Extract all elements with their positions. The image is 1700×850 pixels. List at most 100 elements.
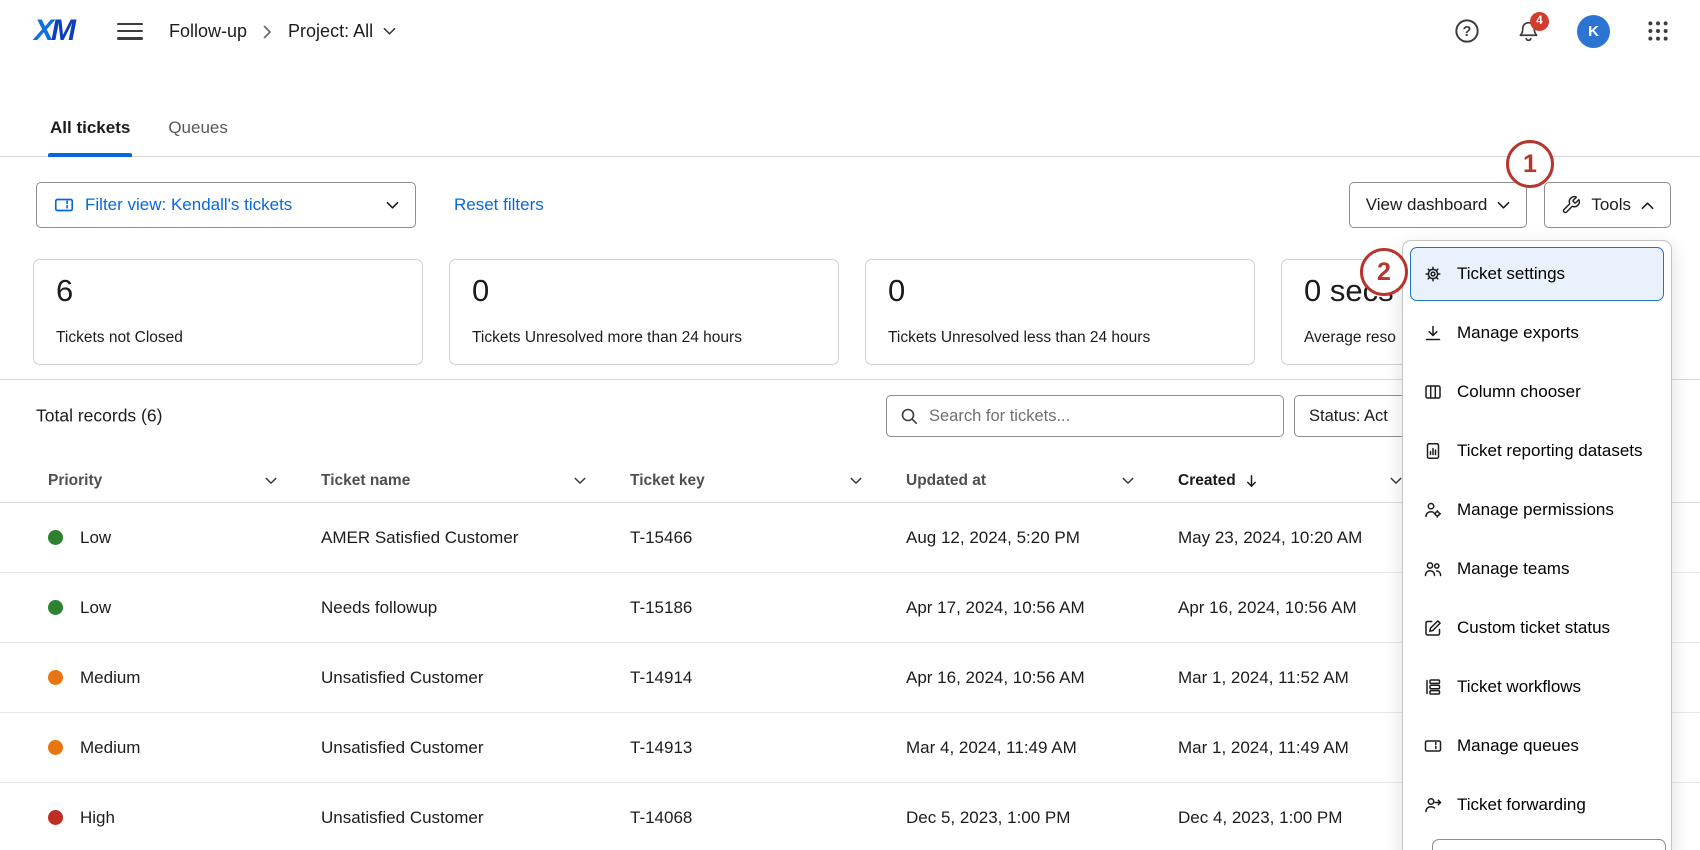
chevron-down-icon (386, 201, 399, 210)
priority-label: Low (80, 528, 111, 548)
priority-cell: Medium (48, 668, 321, 688)
updated-at-cell: Dec 5, 2023, 1:00 PM (906, 808, 1178, 828)
chevron-down-icon[interactable] (574, 477, 586, 485)
column-header-priority[interactable]: Priority (48, 472, 321, 490)
stat-value: 6 (56, 273, 400, 309)
help-icon: ? (1454, 18, 1480, 44)
stat-label: Tickets Unresolved less than 24 hours (888, 329, 1232, 347)
ticket-key-cell: T-15186 (630, 598, 906, 618)
menu-item-ticket-workflows[interactable]: Ticket workflows (1410, 660, 1664, 714)
person-forward-icon (1423, 795, 1443, 815)
menu-item-label: Custom ticket status (1457, 618, 1610, 638)
person-gear-icon (1423, 500, 1443, 520)
menu-item-label: Manage teams (1457, 559, 1569, 579)
total-records-label: Total records (6) (36, 406, 162, 427)
ticket-name-cell: Needs followup (321, 598, 630, 618)
apps-grid-icon[interactable] (1646, 19, 1670, 43)
chevron-down-icon (1497, 201, 1510, 210)
updated-at-cell: Apr 17, 2024, 10:56 AM (906, 598, 1178, 618)
priority-dot (48, 600, 63, 615)
status-filter-label: Status: Act (1309, 407, 1388, 426)
menu-item-manage-permissions[interactable]: Manage permissions (1410, 483, 1664, 537)
gear-icon (1423, 264, 1443, 284)
menu-item-label: Column chooser (1457, 382, 1581, 402)
stat-value: 0 (472, 273, 816, 309)
download-icon (1423, 323, 1443, 343)
wrench-icon (1561, 195, 1581, 215)
chevron-down-icon[interactable] (850, 477, 862, 485)
report-chart-icon (1423, 441, 1443, 461)
chevron-up-icon (1641, 201, 1654, 210)
priority-label: Medium (80, 668, 140, 688)
avatar[interactable]: K (1577, 15, 1610, 48)
app-root: X M Follow-up Project: All ? 4 K A (0, 0, 1700, 850)
column-label: Ticket key (630, 472, 705, 490)
menu-item-label: Ticket forwarding (1457, 795, 1586, 815)
menu-item-ticket-forwarding[interactable]: Ticket forwarding (1410, 778, 1664, 832)
stat-label: Tickets Unresolved more than 24 hours (472, 329, 816, 347)
xm-logo-m: M (51, 14, 75, 48)
menu-item-ticket-reporting-datasets[interactable]: Ticket reporting datasets (1410, 424, 1664, 478)
ticket-name-cell: AMER Satisfied Customer (321, 528, 630, 548)
column-header-ticket-key[interactable]: Ticket key (630, 472, 906, 490)
tools-label: Tools (1591, 195, 1631, 215)
menu-item-manage-exports[interactable]: Manage exports (1410, 306, 1664, 360)
column-header-ticket-name[interactable]: Ticket name (321, 472, 630, 490)
ticket-key-cell: T-14913 (630, 738, 906, 758)
hamburger-menu-icon[interactable] (117, 21, 143, 42)
menu-item-label: Manage queues (1457, 736, 1579, 756)
menu-item-label: Manage permissions (1457, 500, 1614, 520)
view-dashboard-label: View dashboard (1366, 195, 1488, 215)
sort-descending-icon (1245, 473, 1258, 489)
notifications-button[interactable]: 4 (1516, 19, 1541, 44)
filter-row: Filter view: Kendall's tickets Reset fil… (36, 182, 1671, 228)
ticket-key-cell: T-15466 (630, 528, 906, 548)
project-selector[interactable]: Project: All (288, 21, 396, 42)
ticket-icon (1423, 736, 1443, 756)
priority-dot (48, 670, 63, 685)
column-label: Created (1178, 472, 1236, 490)
column-label: Ticket name (321, 472, 410, 490)
menu-item-ticket-settings[interactable]: Ticket settings (1410, 247, 1664, 301)
view-dashboard-button[interactable]: View dashboard (1349, 182, 1528, 228)
menu-item-column-chooser[interactable]: Column chooser (1410, 365, 1664, 419)
help-button[interactable]: ? (1454, 18, 1480, 44)
chevron-down-icon[interactable] (1122, 477, 1134, 485)
search-input[interactable] (929, 407, 1271, 426)
column-label: Priority (48, 472, 102, 490)
chevron-down-icon (383, 27, 396, 36)
menu-item-label: Ticket settings (1457, 264, 1565, 284)
tabs-bar: All tickets Queues (0, 118, 1700, 157)
column-label: Updated at (906, 472, 986, 490)
chevron-down-icon[interactable] (1390, 477, 1402, 485)
priority-label: High (80, 808, 115, 828)
column-header-updated-at[interactable]: Updated at (906, 472, 1178, 490)
priority-cell: Low (48, 528, 321, 548)
tools-dropdown-menu: Ticket settings Manage exports Column ch… (1402, 240, 1672, 850)
updated-at-cell: Aug 12, 2024, 5:20 PM (906, 528, 1178, 548)
xm-logo: X M (34, 14, 75, 48)
menu-item-label: Ticket workflows (1457, 677, 1581, 697)
menu-item-manage-teams[interactable]: Manage teams (1410, 542, 1664, 596)
ticket-key-cell: T-14068 (630, 808, 906, 828)
tools-button[interactable]: Tools (1544, 182, 1671, 228)
search-box (886, 395, 1284, 437)
breadcrumb-section: Follow-up (169, 21, 247, 42)
people-icon (1423, 559, 1443, 579)
tab-all-tickets[interactable]: All tickets (48, 118, 132, 156)
reset-filters-link[interactable]: Reset filters (454, 195, 544, 215)
menu-item-manage-queues[interactable]: Manage queues (1410, 719, 1664, 773)
stat-card-unresolved-more-24h: 0 Tickets Unresolved more than 24 hours (449, 259, 839, 365)
menu-item-custom-ticket-status[interactable]: Custom ticket status (1410, 601, 1664, 655)
notifications-badge: 4 (1530, 12, 1549, 31)
ticket-icon (53, 194, 75, 216)
priority-label: Medium (80, 738, 140, 758)
annotation-step-1: 1 (1506, 140, 1554, 188)
tab-queues[interactable]: Queues (166, 118, 230, 156)
filter-view-button[interactable]: Filter view: Kendall's tickets (36, 182, 416, 228)
menu-item-label: Ticket reporting datasets (1457, 441, 1643, 461)
search-icon (899, 406, 919, 426)
ticket-name-cell: Unsatisfied Customer (321, 808, 630, 828)
priority-cell: Medium (48, 738, 321, 758)
chevron-down-icon[interactable] (265, 477, 277, 485)
